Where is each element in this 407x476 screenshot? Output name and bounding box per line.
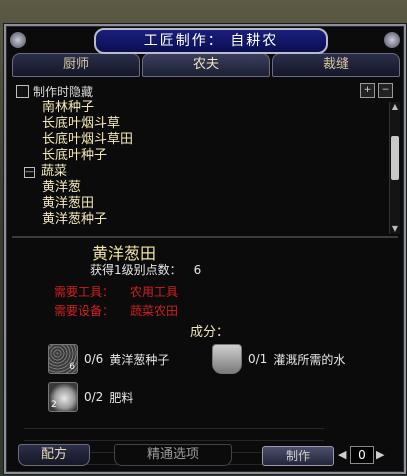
ingredient-count: 0/6 xyxy=(84,352,104,366)
category-vegetables[interactable]: — 蔬菜 xyxy=(18,164,378,180)
points-row: 获得1级别点数： 6 xyxy=(90,261,201,278)
list-item[interactable]: 长底叶种子 xyxy=(18,148,378,164)
required-tool-row: 需要工具： 农用工具 xyxy=(54,283,178,300)
tab-tailor[interactable]: 裁缝 xyxy=(272,53,400,77)
required-facility-value: 蔬菜农田 xyxy=(130,304,179,318)
quantity-input[interactable]: 0 xyxy=(350,446,374,464)
scroll-thumb[interactable] xyxy=(391,135,399,180)
hide-checkbox[interactable] xyxy=(16,85,29,98)
list-item[interactable]: 黄洋葱 xyxy=(18,180,378,196)
tab-chef[interactable]: 厨师 xyxy=(12,53,140,77)
window-corner-right-icon xyxy=(384,32,400,48)
quantity-decrease-icon[interactable]: ◀ xyxy=(338,448,346,461)
ingredient-name: 黄洋葱种子 xyxy=(109,352,170,367)
list-item[interactable]: 南林种子 xyxy=(18,100,378,116)
required-facility-row: 需要设备： 蔬菜农田 xyxy=(54,302,178,319)
scroll-down-icon[interactable]: ▼ xyxy=(390,224,400,234)
ingredient-name: 肥料 xyxy=(109,390,134,405)
hide-while-crafting[interactable]: 制作时隐藏 xyxy=(16,83,93,100)
ingredient-qty: 6 xyxy=(69,362,75,372)
components-label: 成分： xyxy=(190,325,230,340)
required-tool-value: 农用工具 xyxy=(130,285,179,299)
list-item[interactable]: 长底叶烟斗草田 xyxy=(18,132,378,148)
expand-all-icon[interactable]: + xyxy=(360,83,375,98)
ingredient-name: 灌溉所需的水 xyxy=(273,352,346,367)
ingredient-count: 0/2 xyxy=(84,390,104,404)
ingredient-slot[interactable]: 2 0/2 肥料 xyxy=(48,382,133,412)
list-item[interactable]: 长底叶烟斗草 xyxy=(18,116,378,132)
tab-farmer[interactable]: 农夫 xyxy=(142,53,270,77)
seed-pile-icon[interactable]: 6 xyxy=(48,344,78,374)
recipe-list-scrollbar[interactable]: ▲ ▼ xyxy=(389,102,400,234)
recipe-list: 南林种子 长底叶烟斗草 长底叶烟斗草田 长底叶种子 — 蔬菜 黄洋葱 黄洋葱田 … xyxy=(18,100,378,236)
tab-mastery-options[interactable]: 精通选项 xyxy=(114,444,232,466)
required-facility-label: 需要设备： xyxy=(54,304,115,318)
ingredient-slot[interactable]: 0/1 灌溉所需的水 xyxy=(212,344,345,374)
section-divider xyxy=(12,236,398,238)
category-label: 蔬菜 xyxy=(41,164,68,179)
ingredient-qty: 2 xyxy=(51,400,57,410)
ingredient-count: 0/1 xyxy=(248,352,268,366)
craft-button[interactable]: 制作 xyxy=(262,446,334,466)
points-label: 获得1级别点数： xyxy=(90,263,182,277)
list-item[interactable]: 黄洋葱田 xyxy=(18,196,378,212)
window-corner-left-icon xyxy=(10,32,26,48)
water-bucket-icon[interactable] xyxy=(212,344,242,374)
window-title: 工匠制作： 自耕农 xyxy=(94,28,328,54)
collapse-expander-icon[interactable]: — xyxy=(24,166,35,178)
quantity-increase-icon[interactable]: ▶ xyxy=(376,448,384,461)
crafting-window: 工匠制作： 自耕农 厨师 农夫 裁缝 制作时隐藏 + − 南林种子 长底叶烟斗草… xyxy=(4,24,406,474)
points-value: 6 xyxy=(193,263,202,277)
tab-recipes[interactable]: 配方 xyxy=(18,444,90,466)
scroll-up-icon[interactable]: ▲ xyxy=(390,102,400,112)
collapse-all-icon[interactable]: − xyxy=(378,83,393,98)
required-tool-label: 需要工具： xyxy=(54,285,115,299)
ingredient-slot[interactable]: 6 0/6 黄洋葱种子 xyxy=(48,344,169,374)
fertilizer-icon[interactable]: 2 xyxy=(48,382,78,412)
crafting-tabs: 厨师 农夫 裁缝 xyxy=(12,53,400,77)
bottom-bar: 配方 精通选项 制作 ◀ 0 ▶ xyxy=(4,444,402,466)
list-item[interactable]: 黄洋葱种子 xyxy=(18,212,378,228)
hide-label: 制作时隐藏 xyxy=(33,85,94,99)
